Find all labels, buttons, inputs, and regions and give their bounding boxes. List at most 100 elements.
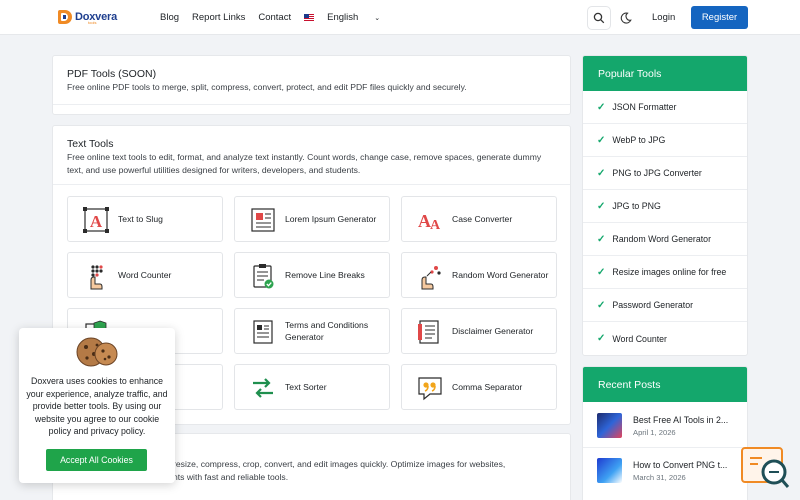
post-thumbnail — [597, 458, 622, 483]
tool-label: Lorem Ipsum Generator — [285, 214, 377, 224]
floating-helper-icon[interactable] — [740, 444, 790, 492]
cookie-consent-popup: Doxvera uses cookies to enhance your exp… — [19, 328, 175, 483]
tool-label: Remove Line Breaks — [285, 270, 365, 280]
tool-label: Terms and Conditions Generator — [285, 320, 369, 342]
us-flag-icon — [304, 14, 315, 21]
brand-logo[interactable]: Doxvera tools — [58, 8, 117, 26]
search-icon — [593, 12, 605, 24]
random-word-icon — [421, 266, 441, 290]
disclaimer-icon — [418, 320, 439, 344]
lorem-ipsum-icon — [251, 208, 275, 232]
tool-word-counter[interactable]: Word Counter — [67, 252, 223, 298]
popular-item-label: Word Counter — [612, 333, 667, 344]
recent-post[interactable]: How to Convert PNG t... March 31, 2026 — [597, 456, 737, 486]
pdf-tools-desc: Free online PDF tools to merge, split, c… — [67, 82, 467, 92]
popular-item[interactable]: ✓ Password Generator — [583, 289, 747, 322]
nav-blog[interactable]: Blog — [160, 12, 179, 23]
word-counter-icon — [90, 265, 103, 290]
check-icon: ✓ — [597, 299, 606, 311]
chevron-down-icon: ⌄ — [374, 14, 381, 22]
popular-item[interactable]: ✓ PNG to JPG Converter — [583, 157, 747, 190]
image-tools-desc-line2: nts with fast and reliable tools. — [173, 472, 289, 482]
popular-tools-panel: Popular Tools ✓ JSON Formatter ✓ WebP to J… — [582, 55, 748, 356]
tool-lorem-ipsum[interactable]: Lorem Ipsum Generator — [234, 196, 390, 242]
image-tools-desc-line1: resize, compress, crop, convert, and edi… — [173, 459, 506, 469]
post-title: How to Convert PNG t... — [633, 460, 728, 470]
search-button[interactable] — [587, 6, 611, 30]
text-tools-desc: Free online text tools to edit, format, … — [67, 152, 542, 175]
tool-remove-line-breaks[interactable]: Remove Line Breaks — [234, 252, 390, 298]
tool-case-converter[interactable]: AA Case Converter — [401, 196, 557, 242]
post-date: April 1, 2026 — [633, 428, 676, 437]
tool-random-word-generator[interactable]: Random Word Generator — [401, 252, 557, 298]
comma-icon — [418, 377, 442, 401]
post-thumbnail — [597, 413, 622, 438]
popular-item-label: PNG to JPG Converter — [612, 168, 702, 178]
check-icon: ✓ — [597, 101, 606, 113]
popular-item[interactable]: ✓ JPG to PNG — [583, 190, 747, 223]
popular-item-label: Random Word Generator — [612, 234, 711, 244]
check-icon: ✓ — [597, 134, 606, 146]
theme-toggle-button[interactable] — [614, 6, 638, 30]
pdf-tools-title: PDF Tools (SOON) — [67, 68, 157, 80]
divider — [53, 184, 570, 185]
tool-terms-generator[interactable]: Terms and Conditions Generator — [234, 308, 390, 354]
tool-label: Case Converter — [452, 214, 513, 224]
post-title: Best Free AI Tools in 2... — [633, 415, 729, 425]
register-button[interactable]: Register — [691, 6, 748, 29]
moon-icon — [620, 12, 632, 24]
popular-item-label: JSON Formatter — [612, 102, 677, 112]
nav-contact[interactable]: Contact — [258, 12, 291, 23]
tool-disclaimer-generator[interactable]: Disclaimer Generator — [401, 308, 557, 354]
popular-item-label: WebP to JPG — [612, 135, 666, 145]
post-date: March 31, 2026 — [633, 473, 686, 482]
check-icon: ✓ — [597, 167, 606, 179]
logo-icon — [58, 10, 72, 24]
tool-label: Word Counter — [118, 270, 172, 280]
slug-icon: A — [83, 207, 109, 233]
main-nav: Blog Report Links Contact English ⌄ — [160, 12, 406, 23]
check-icon: ✓ — [597, 200, 606, 212]
check-icon: ✓ — [597, 266, 606, 278]
tool-label: Comma Separator — [452, 382, 523, 392]
popular-item[interactable]: ✓ Resize images online for free — [583, 256, 747, 289]
language-selector[interactable]: English ⌄ — [304, 12, 393, 23]
popular-tools-title: Popular Tools — [583, 56, 747, 91]
sort-arrows-icon — [253, 378, 273, 398]
popular-item[interactable]: ✓ JSON Formatter — [583, 91, 747, 124]
tool-label: Disclaimer Generator — [452, 326, 534, 336]
check-icon: ✓ — [597, 333, 606, 344]
popular-item-label: Password Generator — [612, 300, 694, 310]
tool-label: Random Word Generator — [452, 270, 549, 280]
nav-report-links[interactable]: Report Links — [192, 12, 245, 23]
recent-post[interactable]: Best Free AI Tools in 2... April 1, 2026 — [597, 411, 737, 441]
recent-posts-panel: Recent Posts Best Free AI Tools in 2... … — [582, 366, 748, 500]
brand-sub: tools — [88, 20, 97, 25]
popular-item[interactable]: ✓ Word Counter — [583, 322, 747, 355]
tool-comma-separator[interactable]: Comma Separator — [401, 364, 557, 410]
login-link[interactable]: Login — [652, 12, 675, 23]
tool-label: Text Sorter — [285, 382, 327, 392]
language-label: English — [327, 12, 359, 23]
check-icon: ✓ — [597, 233, 606, 245]
terms-icon — [253, 320, 273, 344]
cookie-message: Doxvera uses cookies to enhance your exp… — [26, 376, 168, 437]
divider — [53, 104, 570, 105]
divider — [583, 447, 747, 448]
tool-text-to-slug[interactable]: A Text to Slug — [67, 196, 223, 242]
svg-text:A: A — [430, 218, 441, 233]
cookie-icon — [76, 337, 118, 367]
case-converter-icon: AA — [418, 211, 441, 233]
top-navbar: Doxvera tools Blog Report Links Contact … — [0, 0, 800, 35]
accept-cookies-button[interactable]: Accept All Cookies — [46, 449, 147, 471]
text-tools-title: Text Tools — [67, 138, 114, 150]
popular-item[interactable]: ✓ WebP to JPG — [583, 124, 747, 157]
popular-item-label: JPG to PNG — [612, 201, 661, 211]
tool-label: Text to Slug — [118, 214, 163, 224]
clipboard-icon — [253, 264, 274, 289]
tool-text-sorter[interactable]: Text Sorter — [234, 364, 390, 410]
pdf-tools-card: PDF Tools (SOON) Free online PDF tools t… — [52, 55, 571, 115]
popular-item[interactable]: ✓ Random Word Generator — [583, 223, 747, 256]
popular-item-label: Resize images online for free — [612, 267, 727, 277]
svg-text:A: A — [90, 212, 103, 231]
